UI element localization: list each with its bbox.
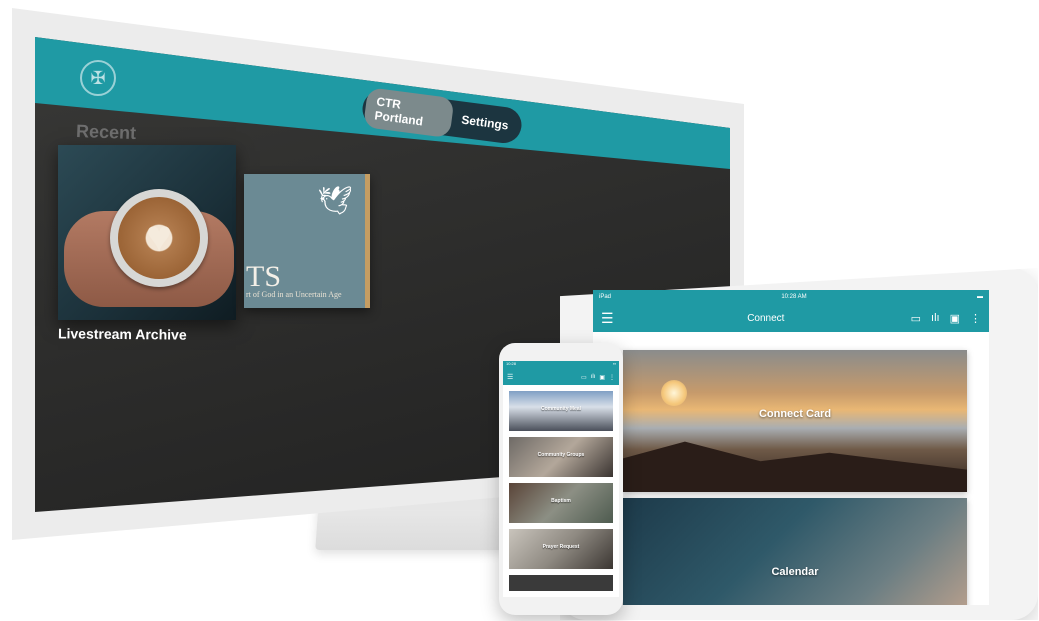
- phone-app-bar: ☰ ▭ ılı ▣ ⋮: [503, 369, 619, 385]
- community-meal-tile[interactable]: Community Meal: [509, 391, 613, 431]
- hamburger-menu-icon[interactable]: ☰: [507, 373, 513, 381]
- chat-icon[interactable]: ▣: [950, 312, 960, 325]
- tab-settings[interactable]: Settings: [450, 105, 520, 139]
- cast-icon[interactable]: ▭: [581, 374, 587, 381]
- baptism-label: Baptism: [551, 498, 571, 504]
- cast-icon[interactable]: ▭: [911, 312, 921, 325]
- sun-image: [661, 380, 687, 406]
- section-title-recent: Recent: [75, 120, 137, 144]
- phone-app-bar-actions: ▭ ılı ▣ ⋮: [581, 374, 615, 381]
- connect-card-label: Connect Card: [758, 408, 832, 420]
- tablet-status-bar: iPad 10:28 AM ▬: [593, 290, 989, 304]
- phone-signal-icon: ▪▪: [613, 361, 616, 366]
- battery-icon: ▬: [977, 294, 983, 300]
- chat-icon[interactable]: ▣: [599, 374, 605, 381]
- latte-art-icon: ♥: [145, 212, 173, 261]
- community-groups-tile[interactable]: Community Groups: [509, 437, 613, 477]
- more-vertical-icon[interactable]: ⋮: [609, 374, 615, 381]
- livestream-archive-label: Livestream Archive: [57, 325, 187, 343]
- community-groups-label: Community Groups: [537, 452, 585, 458]
- tablet-screen: iPad 10:28 AM ▬ ☰ Connect ▭ ılı ▣ ⋮ Conn…: [593, 290, 989, 605]
- tablet-app-bar: ☰ Connect ▭ ılı ▣ ⋮: [593, 304, 989, 332]
- calendar-tile[interactable]: Calendar: [623, 498, 967, 605]
- livestream-archive-card[interactable]: ♥: [58, 145, 236, 320]
- audio-bars-icon[interactable]: ılı: [591, 374, 596, 381]
- church-logo-icon: ✠: [80, 60, 116, 96]
- dove-icon: 🕊: [317, 185, 353, 216]
- community-meal-label: Community Meal: [540, 406, 581, 412]
- calendar-label: Calendar: [771, 566, 819, 578]
- mountain-image: [623, 441, 967, 492]
- more-vertical-icon[interactable]: ⋮: [970, 312, 981, 325]
- status-time: 10:28 AM: [781, 294, 807, 300]
- status-device: iPad: [599, 294, 612, 300]
- series-subtitle: rt of God in an Uncertain Age: [246, 290, 342, 299]
- phone-status-time: 10:28: [506, 361, 517, 366]
- app-bar-actions: ▭ ılı ▣ ⋮: [911, 312, 981, 325]
- audio-bars-icon[interactable]: ılı: [931, 312, 940, 325]
- connect-card-tile[interactable]: Connect Card: [623, 350, 967, 492]
- baptism-tile[interactable]: Baptism: [509, 483, 613, 523]
- prayer-request-label: Prayer Request: [542, 544, 580, 550]
- hamburger-menu-icon[interactable]: ☰: [601, 310, 621, 327]
- page-title: Connect: [747, 312, 785, 324]
- series-title: TS: [246, 260, 282, 293]
- phone-screen: 10:28 ▪▪ ☰ ▭ ılı ▣ ⋮ Community Meal Comm…: [503, 361, 619, 597]
- sermon-series-card[interactable]: 🕊 TS rt of God in an Uncertain Age: [244, 174, 370, 308]
- phone-status-bar: 10:28 ▪▪: [503, 361, 619, 369]
- prayer-request-tile[interactable]: Prayer Request: [509, 529, 613, 569]
- next-tile[interactable]: [509, 575, 613, 591]
